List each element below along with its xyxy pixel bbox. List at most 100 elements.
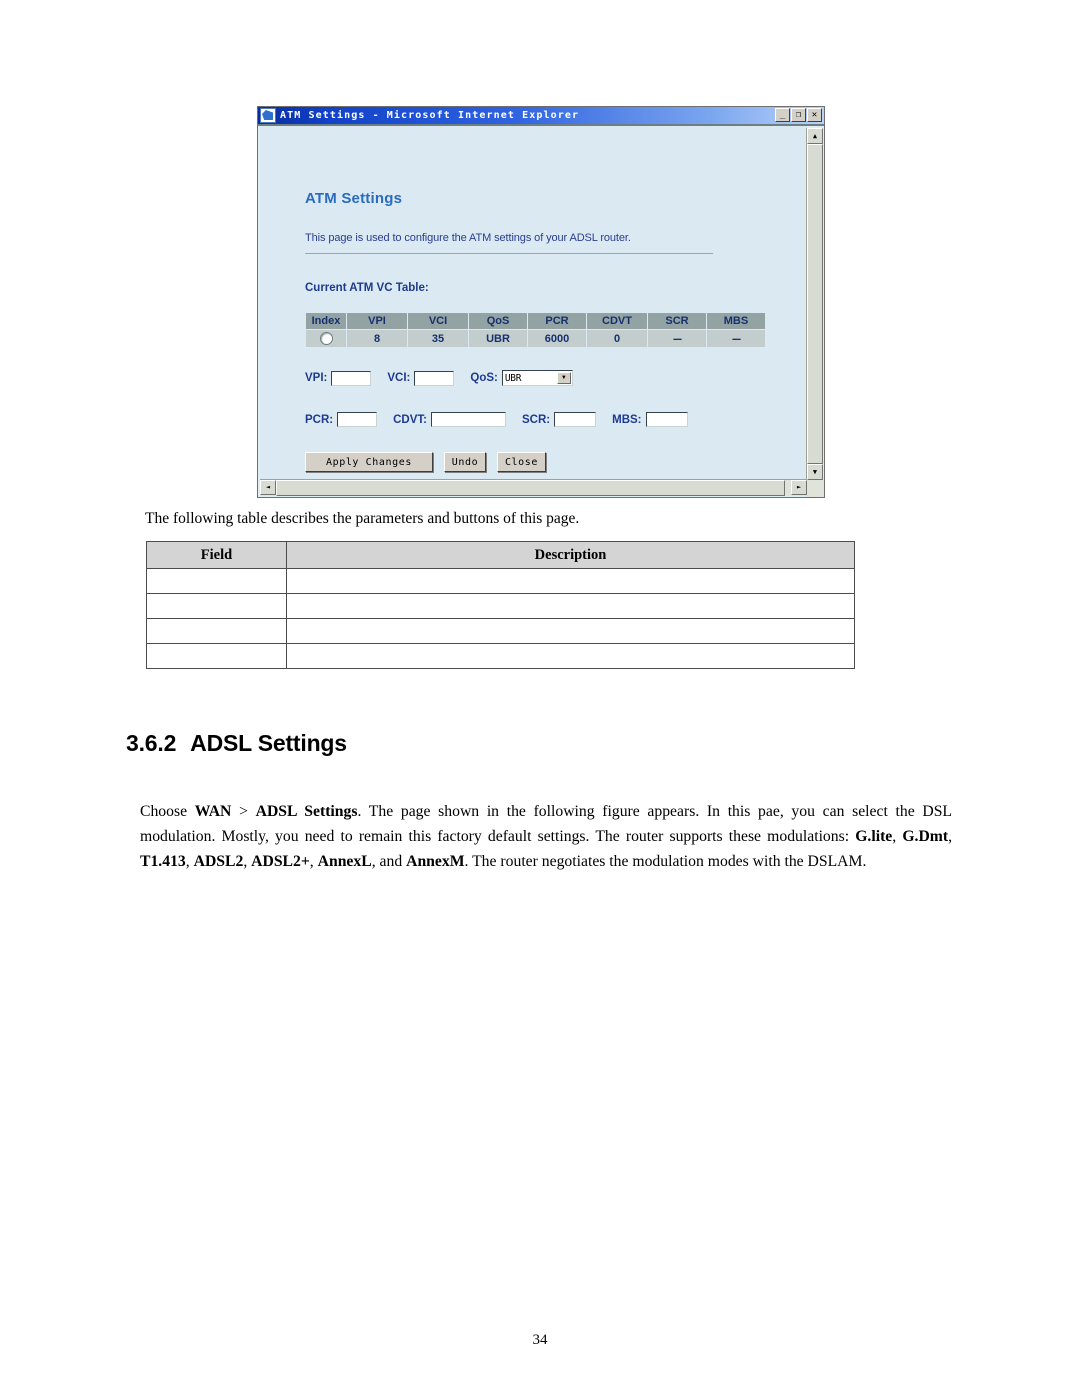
qos-label: QoS: [470, 372, 498, 384]
cdvt-input[interactable] [431, 412, 506, 427]
desc-cell-field [146, 568, 287, 594]
close-page-button[interactable]: Close [497, 452, 546, 472]
triangle-left-icon: ◄ [265, 483, 271, 491]
section-number: 3.6.2 [126, 730, 177, 756]
apply-changes-button[interactable]: Apply Changes [305, 452, 433, 472]
column-header-vci: VCI [408, 313, 468, 329]
intro-sentence: The following table describes the parame… [145, 510, 580, 527]
parameters-description-table: Field Description [146, 541, 855, 669]
table-row [146, 618, 855, 644]
desc-cell-field [146, 618, 287, 644]
pcr-label: PCR: [305, 413, 334, 426]
para-text: Choose [140, 802, 195, 820]
para-text: > [231, 802, 256, 820]
column-header-cdvt: CDVT [587, 313, 647, 329]
close-icon: ✕ [811, 109, 818, 120]
horizontal-scrollbar-thumb[interactable] [276, 480, 785, 496]
para-bold-adsl2: ADSL2 [193, 852, 244, 870]
horizontal-divider [305, 253, 713, 254]
column-header-qos: QoS [469, 313, 527, 329]
scroll-left-button[interactable]: ◄ [260, 480, 276, 495]
table-row [146, 643, 855, 669]
form-row-secondary: PCR: CDVT: SCR: MBS: [305, 412, 688, 427]
page-title: ATM Settings [305, 190, 403, 207]
para-bold-adsl-settings: ADSL Settings [255, 802, 358, 820]
section-heading: 3.6.2 ADSL Settings [126, 730, 347, 757]
para-bold-glite: G.lite [855, 827, 893, 845]
chevron-down-icon[interactable]: ▼ [556, 372, 571, 384]
vertical-scrollbar[interactable]: ▲ ▼ [806, 128, 823, 480]
para-bold-gdmt: G.Dmt [902, 827, 949, 845]
page-description: This page is used to configure the ATM s… [305, 232, 631, 244]
para-text: , [309, 852, 318, 870]
section-paragraph: Choose WAN > ADSL Settings. The page sho… [140, 799, 952, 874]
scroll-right-button[interactable]: ► [791, 480, 807, 495]
para-bold-wan: WAN [194, 802, 232, 820]
column-header-pcr: PCR [528, 313, 586, 329]
desc-cell-field [146, 593, 287, 619]
desc-column-header-description: Description [286, 541, 855, 569]
para-text: , [243, 852, 252, 870]
table-header-row: Index VPI VCI QoS PCR CDVT SCR MBS [306, 313, 765, 329]
vc-row-cdvt: 0 [587, 330, 647, 347]
scroll-down-button[interactable]: ▼ [807, 464, 823, 480]
vc-row-mbs: --- [707, 330, 765, 347]
qos-selected-value: UBR [504, 372, 522, 384]
maximize-icon: ❐ [795, 109, 802, 120]
vc-row-pcr: 6000 [528, 330, 586, 347]
window-titlebar[interactable]: ATM Settings - Microsoft Internet Explor… [258, 107, 824, 124]
para-text: , and [371, 852, 407, 870]
web-page-canvas: ATM Settings This page is used to config… [260, 126, 807, 480]
scrollbar-corner [807, 480, 824, 497]
column-header-vpi: VPI [347, 313, 407, 329]
ie-browser-window: ATM Settings - Microsoft Internet Explor… [257, 106, 825, 498]
para-bold-t1413: T1.413 [140, 852, 186, 870]
internet-explorer-page-icon [260, 108, 276, 123]
cdvt-label: CDVT: [393, 413, 427, 426]
vertical-scrollbar-thumb[interactable] [807, 144, 823, 464]
column-header-index: Index [306, 313, 346, 329]
vc-row-vpi: 8 [347, 330, 407, 347]
form-button-row: Apply Changes Undo Close [305, 452, 546, 472]
vci-label: VCI: [387, 372, 411, 384]
vci-input[interactable] [414, 370, 455, 386]
maximize-button[interactable]: ❐ [791, 108, 806, 122]
para-text: , [892, 827, 903, 845]
qos-select[interactable]: UBR ▼ [501, 370, 573, 386]
para-bold-annexm: AnnexM [406, 852, 465, 870]
triangle-right-icon: ► [796, 483, 802, 491]
window-title: ATM Settings - Microsoft Internet Explor… [280, 109, 580, 121]
undo-button[interactable]: Undo [444, 452, 486, 472]
horizontal-scrollbar[interactable]: ◄ ► [260, 479, 807, 496]
desc-column-header-field: Field [146, 541, 287, 569]
vc-table-label: Current ATM VC Table: [305, 282, 429, 294]
scr-input[interactable] [554, 412, 597, 427]
scr-label: SCR: [522, 413, 551, 426]
desc-cell-field [146, 643, 287, 669]
mbs-input[interactable] [645, 412, 688, 427]
para-bold-adsl2plus: ADSL2+ [251, 852, 310, 870]
minimize-button[interactable]: _ [775, 108, 790, 122]
vc-row-scr: --- [648, 330, 706, 347]
para-text: , [948, 827, 953, 845]
table-row: 8 35 UBR 6000 0 --- --- [306, 330, 765, 347]
vc-row-radio-button[interactable] [319, 332, 333, 345]
desc-table-header-row: Field Description [146, 541, 855, 569]
vpi-input[interactable] [331, 370, 372, 386]
section-title: ADSL Settings [190, 730, 347, 756]
pcr-input[interactable] [337, 412, 378, 427]
vc-row-index-cell [306, 330, 346, 347]
vpi-label: VPI: [305, 372, 328, 384]
vc-row-qos: UBR [469, 330, 527, 347]
mbs-label: MBS: [612, 413, 642, 426]
column-header-mbs: MBS [707, 313, 765, 329]
browser-content-area: ATM Settings This page is used to config… [258, 124, 824, 497]
close-button[interactable]: ✕ [807, 108, 822, 122]
form-row-primary: VPI: VCI: QoS: UBR ▼ [305, 370, 573, 386]
table-row [146, 593, 855, 619]
triangle-down-icon: ▼ [812, 467, 818, 476]
para-bold-annexl: AnnexL [317, 852, 372, 870]
current-atm-vc-table: Index VPI VCI QoS PCR CDVT SCR MBS 8 35 … [305, 312, 766, 348]
table-row [146, 568, 855, 594]
scroll-up-button[interactable]: ▲ [807, 128, 823, 144]
